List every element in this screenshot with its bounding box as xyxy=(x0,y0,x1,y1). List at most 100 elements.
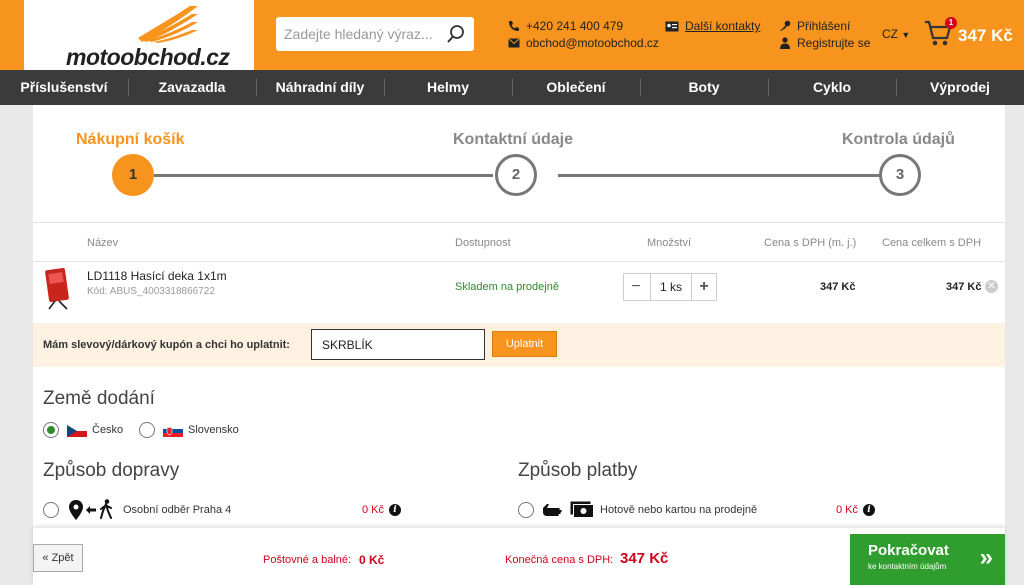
country-title: Země dodání xyxy=(43,388,155,409)
hand-icon xyxy=(543,504,562,516)
country-label-czech: Česko xyxy=(92,424,124,436)
chevron-right-icon: » xyxy=(979,544,993,571)
apply-coupon-button[interactable]: Uplatnit xyxy=(492,331,557,357)
payment-title: Způsob platby xyxy=(518,460,638,481)
column-header-unit-price: Cena s DPH (m. j.) xyxy=(764,237,857,249)
continue-button[interactable]: Pokračovat ke kontaktním údajům » xyxy=(850,534,1005,585)
shipping-title: Způsob dopravy xyxy=(43,460,180,481)
quantity-value[interactable]: 1 ks xyxy=(650,274,692,300)
divider xyxy=(33,222,1005,223)
continue-button-sublabel: ke kontaktním údajům xyxy=(868,562,947,571)
product-code: Kód: ABUS_4003318866722 xyxy=(87,286,215,297)
search-box xyxy=(276,17,474,51)
shipping-info-icon[interactable]: i xyxy=(389,504,401,516)
column-header-quantity: Množství xyxy=(647,237,692,249)
slovak-flag-icon xyxy=(163,425,183,437)
coupon-input[interactable] xyxy=(311,329,485,360)
quantity-increase-button[interactable]: + xyxy=(692,274,716,300)
nav-item-obleceni[interactable]: Oblečení xyxy=(512,70,640,105)
product-name[interactable]: LD1118 Hasící deka 1x1m xyxy=(87,269,227,283)
payment-info-icon[interactable]: i xyxy=(863,504,875,516)
back-button-label: Zpět xyxy=(51,552,74,564)
login-label: Přihlášení xyxy=(797,19,851,33)
chevron-left-icon: « xyxy=(42,552,49,564)
column-header-total-price: Cena celkem s DPH xyxy=(882,237,982,249)
key-icon xyxy=(780,20,791,31)
cash-icon xyxy=(570,501,594,518)
czech-flag-icon xyxy=(67,425,87,437)
step-circle-review: 3 xyxy=(879,154,921,196)
column-header-name: Název xyxy=(87,237,119,249)
unit-price: 347 Kč xyxy=(820,281,856,293)
availability-status: Skladem na prodejně xyxy=(455,281,559,293)
language-selector[interactable]: CZ ▼ xyxy=(882,27,910,41)
step-connector xyxy=(153,174,493,177)
nav-item-helmy[interactable]: Helmy xyxy=(384,70,512,105)
logo-text: motoobchod.cz xyxy=(66,44,230,70)
cart-count-badge: 1 xyxy=(945,17,957,29)
column-header-availability: Dostupnost xyxy=(455,237,511,249)
step-label-contact: Kontaktní údaje xyxy=(453,131,574,148)
coupon-section: Mám slevový/dárkový kupón a chci ho upla… xyxy=(33,323,1005,367)
chevron-down-icon: ▼ xyxy=(901,30,911,40)
remove-item-icon[interactable]: ✕ xyxy=(985,280,998,293)
step-label-cart: Nákupní košík xyxy=(76,131,185,148)
search-icon[interactable] xyxy=(446,24,466,44)
checkout-panel: Nákupní košík 1 Kontaktní údaje 2 Kontro… xyxy=(33,105,1005,585)
email-contact[interactable]: obchod@motoobchod.cz xyxy=(508,36,659,50)
shipping-radio-pickup[interactable] xyxy=(43,502,59,518)
step-label-review: Kontrola údajů xyxy=(842,131,955,148)
more-contacts-label: Další kontakty xyxy=(685,19,761,33)
main-nav: Příslušenství Zavazadla Náhradní díly He… xyxy=(0,70,1024,105)
checkout-summary-bar: « Zpět Poštovné a balné: 0 Kč Konečná ce… xyxy=(33,528,1005,585)
arrow-left-icon xyxy=(86,506,96,514)
nav-item-nahradni-dily[interactable]: Náhradní díly xyxy=(256,70,384,105)
language-label: CZ xyxy=(882,27,898,41)
user-icon xyxy=(780,37,790,49)
search-input[interactable] xyxy=(276,17,436,51)
shipping-option-price: 0 Kč xyxy=(362,504,385,516)
payment-option-price: 0 Kč xyxy=(836,504,859,516)
more-contacts-link[interactable]: Další kontakty xyxy=(665,19,760,33)
email-address: obchod@motoobchod.cz xyxy=(526,36,659,50)
country-radio-slovakia[interactable] xyxy=(139,422,155,438)
nav-item-zavazadla[interactable]: Zavazadla xyxy=(128,70,256,105)
continue-button-label: Pokračovat xyxy=(868,542,949,559)
register-label: Registrujte se xyxy=(797,36,871,50)
phone-number: +420 241 400 479 xyxy=(526,19,624,33)
back-button[interactable]: « Zpět xyxy=(33,544,83,572)
country-label-slovakia: Slovensko xyxy=(188,424,239,436)
step-circle-contact: 2 xyxy=(495,154,537,196)
email-icon xyxy=(508,38,520,48)
postage-value: 0 Kč xyxy=(359,553,385,567)
nav-item-prislusenstvi[interactable]: Příslušenství xyxy=(0,70,128,105)
final-price-value: 347 Kč xyxy=(620,550,669,567)
coupon-label: Mám slevový/dárkový kupón a chci ho upla… xyxy=(43,339,290,351)
logo[interactable]: motoobchod.cz xyxy=(24,0,254,70)
location-pin-icon xyxy=(69,500,83,520)
nav-item-boty[interactable]: Boty xyxy=(640,70,768,105)
logo-wings-icon xyxy=(138,6,198,43)
divider xyxy=(33,261,1005,262)
phone-contact[interactable]: +420 241 400 479 xyxy=(508,19,623,33)
cart-total[interactable]: 347 Kč xyxy=(958,26,1013,46)
step-connector xyxy=(558,174,883,177)
country-radio-czech[interactable] xyxy=(43,422,59,438)
walking-person-icon xyxy=(100,499,112,519)
total-price: 347 Kč xyxy=(946,281,982,293)
contact-card-icon xyxy=(665,21,679,31)
step-circle-cart: 1 xyxy=(112,154,154,196)
phone-icon xyxy=(509,21,519,31)
login-link[interactable]: Přihlášení xyxy=(779,19,850,33)
payment-option-label: Hotově nebo kartou na prodejně xyxy=(600,504,758,516)
quantity-decrease-button[interactable]: − xyxy=(624,274,648,300)
product-thumbnail[interactable] xyxy=(41,267,77,311)
nav-item-vyprodej[interactable]: Výprodej xyxy=(896,70,1024,105)
quantity-stepper: − 1 ks + xyxy=(623,273,717,301)
shipping-option-label: Osobní odběr Praha 4 xyxy=(123,504,232,516)
postage-label: Poštovné a balné: xyxy=(263,554,352,566)
payment-radio-cash-card[interactable] xyxy=(518,502,534,518)
nav-item-cyklo[interactable]: Cyklo xyxy=(768,70,896,105)
register-link[interactable]: Registrujte se xyxy=(779,36,870,50)
final-price-label: Konečná cena s DPH: xyxy=(505,554,614,566)
